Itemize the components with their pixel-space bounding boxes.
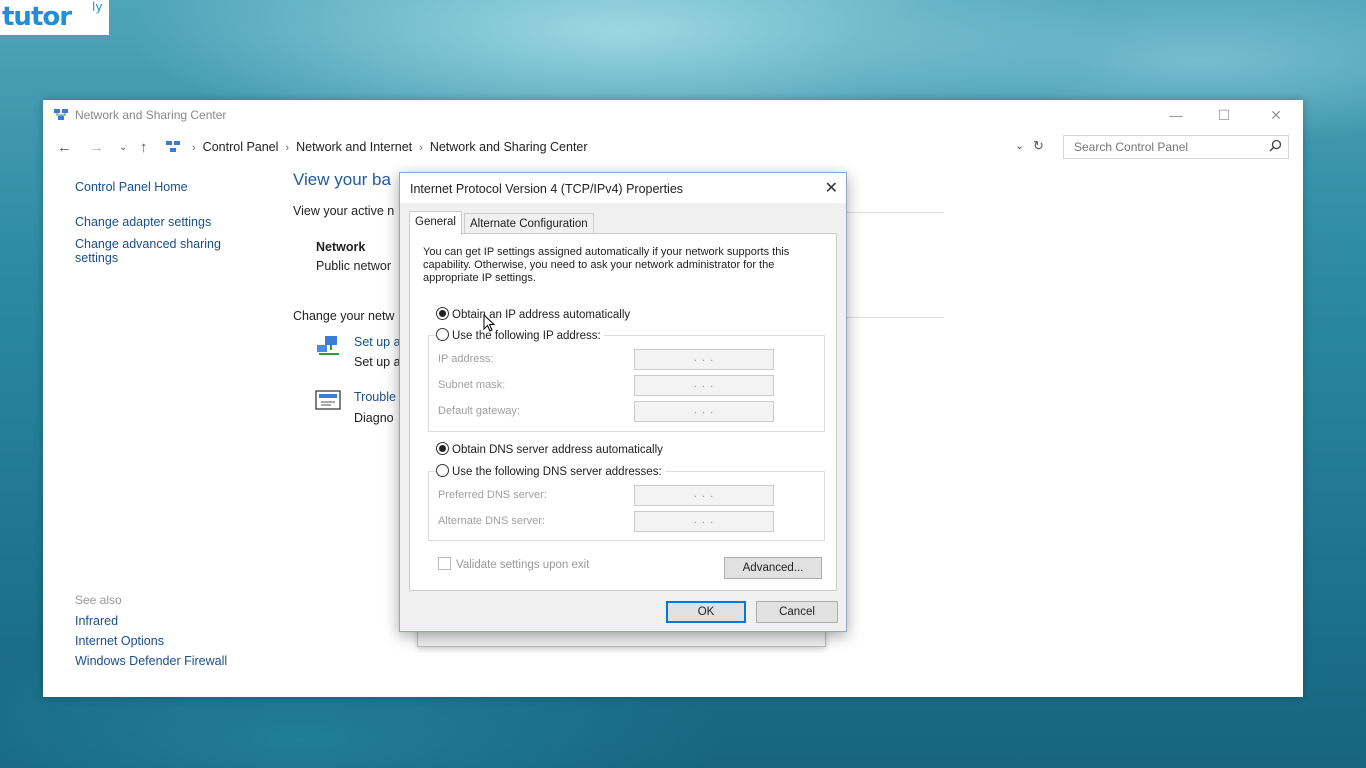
- breadcrumb-separator-icon: ›: [192, 142, 196, 154]
- tab-general[interactable]: General: [409, 211, 462, 235]
- window-title: Network and Sharing Center: [75, 108, 227, 122]
- radio-unselected-icon: [436, 464, 449, 477]
- general-panel: You can get IP settings assigned automat…: [409, 233, 837, 591]
- search-icon[interactable]: [1269, 139, 1282, 155]
- radio-selected-icon: [436, 442, 449, 455]
- search-box[interactable]: [1063, 135, 1289, 159]
- sidebar: Control Panel Home Change adapter settin…: [75, 180, 275, 265]
- sidebar-item-change-adapter-settings[interactable]: Change adapter settings: [75, 215, 275, 229]
- subnet-mask-field[interactable]: . . .: [634, 375, 774, 396]
- setup-connection-desc: Set up a: [354, 355, 401, 369]
- use-following-ip-radio[interactable]: Use the following IP address:: [436, 328, 604, 342]
- radio-selected-icon: [436, 307, 449, 320]
- dialog-title: Internet Protocol Version 4 (TCP/IPv4) P…: [410, 182, 684, 196]
- cancel-button[interactable]: Cancel: [756, 601, 838, 623]
- ok-button[interactable]: OK: [666, 601, 746, 623]
- checkbox-icon: [438, 557, 451, 570]
- mouse-cursor-icon: [483, 313, 496, 335]
- default-gateway-label: Default gateway:: [438, 405, 520, 417]
- up-arrow-icon[interactable]: ↑: [140, 139, 148, 156]
- ip-address-field[interactable]: . . .: [634, 349, 774, 370]
- network-name: Network: [316, 240, 366, 254]
- sidebar-item-change-advanced-sharing[interactable]: Change advanced sharing settings: [75, 237, 235, 265]
- refresh-icon[interactable]: ↻: [1033, 138, 1044, 154]
- title-bar: Network and Sharing Center — ☐ ✕: [43, 100, 1303, 130]
- breadcrumb: › Control Panel › Network and Internet › Netw…: [185, 140, 588, 154]
- preferred-dns-label: Preferred DNS server:: [438, 489, 547, 501]
- tutorly-logo: tutor ly: [0, 0, 109, 35]
- advanced-button[interactable]: Advanced...: [724, 557, 822, 579]
- logo-superscript: ly: [92, 0, 103, 14]
- breadcrumb-control-panel[interactable]: Control Panel: [203, 140, 279, 154]
- setup-connection-link[interactable]: Set up a: [354, 335, 401, 349]
- dialog-title-bar: Internet Protocol Version 4 (TCP/IPv4) P…: [400, 173, 846, 203]
- use-following-dns-radio[interactable]: Use the following DNS server addresses:: [436, 464, 665, 478]
- search-input[interactable]: [1072, 139, 1266, 155]
- control-panel-icon: [165, 140, 181, 157]
- breadcrumb-separator-icon: ›: [419, 142, 423, 154]
- validate-settings-checkbox[interactable]: Validate settings upon exit: [438, 557, 589, 571]
- sidebar-item-control-panel-home[interactable]: Control Panel Home: [75, 180, 275, 194]
- dialog-close-icon[interactable]: ✕: [825, 178, 838, 198]
- active-networks-label: View your active n: [293, 204, 395, 218]
- obtain-dns-auto-radio[interactable]: Obtain DNS server address automatically: [436, 442, 663, 456]
- recent-dropdown-icon[interactable]: ⌄: [119, 142, 127, 153]
- network-type: Public networ: [316, 259, 392, 273]
- troubleshoot-icon: [315, 390, 341, 415]
- close-button[interactable]: ✕: [1253, 100, 1299, 130]
- breadcrumb-separator-icon: ›: [285, 142, 290, 154]
- address-dropdown-icon[interactable]: ⌄: [1015, 139, 1024, 152]
- see-also-firewall[interactable]: Windows Defender Firewall: [75, 654, 227, 668]
- see-also-section: See also Infrared Internet Options Windo…: [75, 593, 227, 674]
- obtain-ip-auto-radio[interactable]: Obtain an IP address automatically: [436, 307, 630, 321]
- network-icon: [53, 108, 69, 125]
- tab-alternate-configuration[interactable]: Alternate Configuration: [464, 213, 594, 234]
- default-gateway-field[interactable]: . . .: [634, 401, 774, 422]
- see-also-infrared[interactable]: Infrared: [75, 614, 227, 628]
- page-title: View your ba: [293, 170, 391, 189]
- breadcrumb-network-sharing[interactable]: Network and Sharing Center: [430, 140, 588, 154]
- setup-network-icon: [315, 333, 343, 360]
- see-also-title: See also: [75, 593, 122, 607]
- preferred-dns-field[interactable]: . . .: [634, 485, 774, 506]
- back-arrow-icon[interactable]: ←: [57, 139, 72, 156]
- description-text: You can get IP settings assigned automat…: [423, 246, 790, 284]
- breadcrumb-network-internet[interactable]: Network and Internet: [296, 140, 412, 154]
- alternate-dns-field[interactable]: . . .: [634, 511, 774, 532]
- ipv4-properties-dialog: Internet Protocol Version 4 (TCP/IPv4) P…: [399, 172, 847, 632]
- subnet-mask-label: Subnet mask:: [438, 379, 506, 391]
- maximize-button[interactable]: ☐: [1201, 100, 1247, 130]
- see-also-internet-options[interactable]: Internet Options: [75, 634, 227, 648]
- radio-unselected-icon: [436, 328, 449, 341]
- forward-arrow-icon[interactable]: →: [89, 139, 104, 156]
- logo-text: tutor: [2, 2, 72, 32]
- ip-address-label: IP address:: [438, 353, 494, 365]
- troubleshoot-desc: Diagno: [354, 411, 394, 425]
- address-bar-row: ← → ⌄ ↑ › Control Panel › Network and Inter…: [43, 135, 1303, 161]
- troubleshoot-link[interactable]: Trouble: [354, 390, 396, 404]
- change-settings-label: Change your netw: [293, 309, 395, 323]
- alternate-dns-label: Alternate DNS server:: [438, 515, 545, 527]
- minimize-button[interactable]: —: [1153, 100, 1199, 130]
